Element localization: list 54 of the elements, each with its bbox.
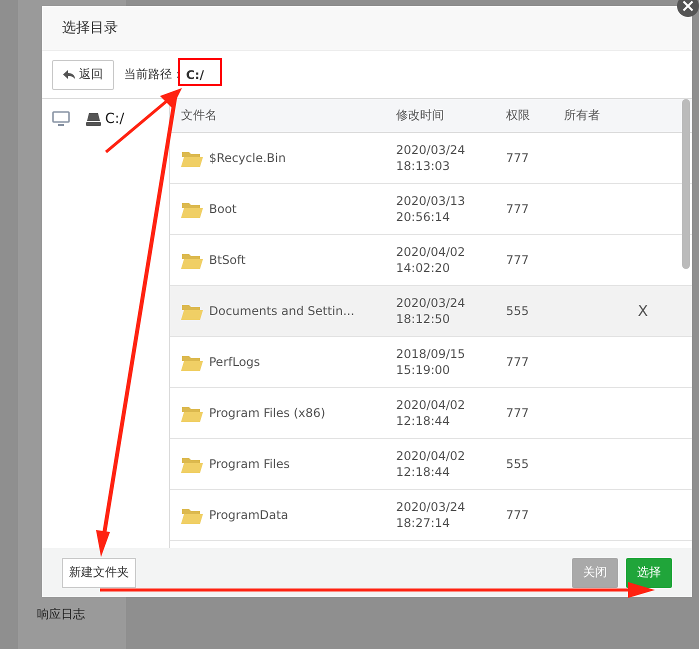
- modified-time: 2020/03/24 18:13:03: [396, 142, 466, 174]
- file-name: PerfLogs: [209, 355, 260, 369]
- folder-icon: [181, 252, 203, 268]
- back-button[interactable]: 返回: [52, 60, 114, 90]
- permission: 555: [506, 457, 530, 471]
- scrollbar[interactable]: [682, 99, 690, 269]
- folder-icon: [181, 456, 203, 472]
- folder-icon: [181, 354, 203, 370]
- modified-time: 2020/03/24 18:27:14: [396, 499, 466, 531]
- file-row[interactable]: Program Files (x86) 2020/04/02 12:18:44 777: [170, 388, 692, 439]
- highlight-frame: [178, 58, 222, 86]
- permission: 777: [506, 253, 530, 267]
- permission: 777: [506, 508, 530, 522]
- modified-time: 2018/09/15 15:19:00: [396, 346, 466, 378]
- file-name: Documents and Settin...: [209, 304, 354, 318]
- computer-icon[interactable]: [52, 111, 70, 127]
- modified-time: 2020/03/24 18:12:50: [396, 295, 466, 327]
- current-path: C:/: [186, 68, 204, 82]
- folder-icon: [181, 404, 203, 422]
- folder-icon: [181, 200, 203, 218]
- file-name: Program Files: [209, 457, 290, 471]
- sidebar-item[interactable]: 响应日志: [37, 606, 85, 623]
- file-name: $Recycle.Bin: [209, 151, 286, 165]
- modified-time: 2020/03/13 20:56:14: [396, 193, 466, 225]
- file-row[interactable]: ProgramData 2020/03/24 18:27:14 777: [170, 490, 692, 541]
- modified-time: 2020/04/02 12:18:44: [396, 397, 466, 429]
- close-icon[interactable]: [676, 0, 699, 18]
- file-name: ProgramData: [209, 508, 288, 522]
- folder-icon: [181, 302, 203, 320]
- modified-time: 2020/04/02 14:02:20: [396, 244, 466, 276]
- folder-icon: [181, 506, 203, 524]
- column-header: 文件名: [180, 107, 218, 124]
- modified-time: 2020/04/02 12:18:44: [396, 448, 466, 480]
- permission: 777: [506, 202, 530, 216]
- permission: 555: [506, 304, 530, 318]
- permission: 777: [506, 406, 530, 420]
- file-row[interactable]: Documents and Settin... 2020/03/24 18:12:50 555 X: [170, 286, 692, 337]
- file-name: BtSoft: [209, 253, 246, 267]
- column-header: 修改时间: [396, 107, 445, 124]
- owner: X: [638, 302, 648, 320]
- new-folder-button[interactable]: 新建文件夹: [62, 558, 136, 588]
- file-row[interactable]: PerfLogs 2018/09/15 15:19:00 777: [170, 337, 692, 388]
- drive-item[interactable]: C:/: [86, 111, 124, 127]
- file-name: Boot: [209, 202, 237, 216]
- drive-icon: [86, 112, 101, 126]
- file-row[interactable]: Program Files 2020/04/02 12:18:44 555: [170, 439, 692, 490]
- permission: 777: [506, 151, 530, 165]
- permission: 777: [506, 355, 530, 369]
- column-header: 所有者: [564, 107, 601, 124]
- dialog-title: 选择目录: [42, 6, 692, 51]
- reply-arrow-icon: [63, 70, 75, 80]
- column-header: 权限: [506, 107, 531, 124]
- folder-icon: [181, 150, 203, 166]
- file-name: Program Files (x86): [209, 406, 326, 420]
